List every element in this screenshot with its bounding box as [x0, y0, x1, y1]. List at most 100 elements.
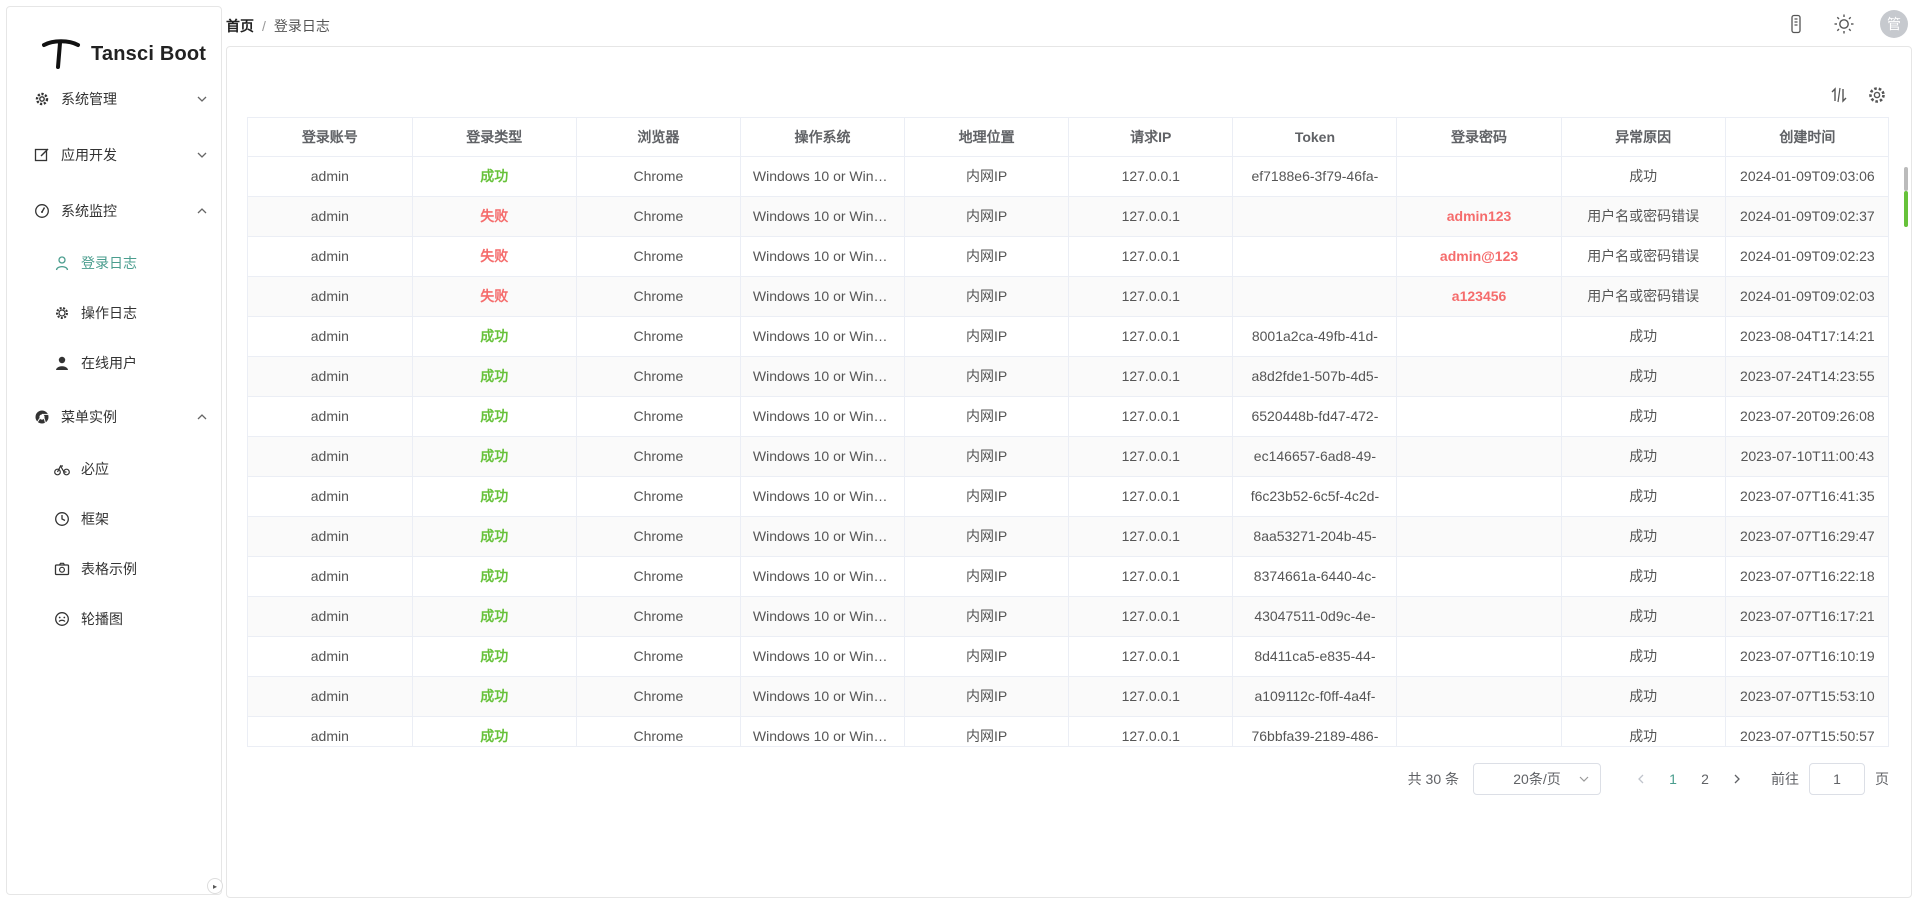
table-row[interactable]: admin成功ChromeWindows 10 or Windows Serve…	[248, 716, 1888, 746]
table-cell: 成功	[412, 476, 577, 517]
scrollbar[interactable]	[1903, 167, 1909, 227]
breadcrumb-home[interactable]: 首页	[226, 16, 254, 36]
table-cell: 127.0.0.1	[1068, 356, 1234, 397]
table-cell: 2023-07-07T16:10:19	[1725, 636, 1888, 677]
logo-icon	[42, 39, 80, 69]
table-cell: Windows 10 or Windows Server 2016	[740, 636, 906, 677]
table-cell: 127.0.0.1	[1068, 716, 1234, 746]
prev-page-button[interactable]	[1625, 763, 1657, 795]
submenu-label: 必应	[81, 461, 109, 477]
table-cell: 127.0.0.1	[1068, 476, 1234, 517]
breadcrumb-separator: /	[262, 18, 266, 34]
sort-button[interactable]	[1829, 85, 1849, 105]
app-logo[interactable]: Tansci Boot	[41, 37, 206, 71]
table-cell: Windows 10 or Windows Server 2016	[740, 596, 906, 637]
menu-app-dev[interactable]: 应用开发	[33, 139, 209, 171]
table-cell: 成功	[412, 556, 577, 597]
menu-label: 应用开发	[61, 147, 117, 163]
table-row[interactable]: admin失败ChromeWindows 10 or Windows Serve…	[248, 196, 1888, 237]
table-cell: admin@123	[1396, 236, 1562, 277]
next-page-button[interactable]	[1721, 763, 1753, 795]
table-row[interactable]: admin成功ChromeWindows 10 or Windows Serve…	[248, 356, 1888, 397]
table-cell: Chrome	[576, 476, 741, 517]
submenu-frame[interactable]: 框架	[53, 503, 209, 535]
theme-toggle-button[interactable]	[1832, 12, 1856, 36]
submenu-online-users[interactable]: 在线用户	[53, 347, 209, 379]
avatar[interactable]: 管	[1880, 10, 1908, 38]
table-row[interactable]: admin成功ChromeWindows 10 or Windows Serve…	[248, 676, 1888, 717]
table-row[interactable]: admin成功ChromeWindows 10 or Windows Serve…	[248, 316, 1888, 357]
menu-examples[interactable]: 菜单实例	[33, 401, 209, 433]
table-cell: 内网IP	[904, 716, 1070, 746]
table-cell: 成功	[412, 596, 577, 637]
settings-button[interactable]	[1867, 85, 1887, 105]
table-toolbar	[1829, 85, 1887, 105]
table-row[interactable]: admin成功ChromeWindows 10 or Windows Serve…	[248, 156, 1888, 197]
column-header: 登录类型	[412, 118, 577, 157]
table-cell	[1396, 596, 1562, 637]
table-row[interactable]: admin失败ChromeWindows 10 or Windows Serve…	[248, 236, 1888, 277]
chevron-up-icon	[197, 208, 207, 214]
table-row[interactable]: admin失败ChromeWindows 10 or Windows Serve…	[248, 276, 1888, 317]
table-cell: 8d411ca5-e835-44-	[1232, 636, 1398, 677]
submenu-carousel[interactable]: 轮播图	[53, 603, 209, 635]
table-cell: Chrome	[576, 196, 741, 237]
submenu-table-example[interactable]: 表格示例	[53, 553, 209, 585]
table-cell: ef7188e6-3f79-46fa-	[1232, 156, 1398, 197]
table-cell: admin	[248, 316, 413, 357]
table-cell: 127.0.0.1	[1068, 556, 1234, 597]
table-cell: 用户名或密码错误	[1561, 276, 1726, 317]
table-row[interactable]: admin成功ChromeWindows 10 or Windows Serve…	[248, 636, 1888, 677]
scrollbar-thumb[interactable]	[1904, 167, 1908, 191]
table-cell: Windows 10 or Windows Server 2016	[740, 356, 906, 397]
submenu-login-log[interactable]: 登录日志	[53, 247, 209, 279]
goto-page-input[interactable]	[1809, 763, 1865, 795]
page-goto: 前往 页	[1771, 763, 1889, 795]
table-cell: 127.0.0.1	[1068, 676, 1234, 717]
table-cell: 内网IP	[904, 636, 1070, 677]
table-cell: 成功	[1561, 436, 1726, 477]
table-cell: 成功	[1561, 556, 1726, 597]
user-icon	[53, 254, 71, 272]
table-cell: 2023-07-07T16:22:18	[1725, 556, 1888, 597]
menu-label: 系统管理	[61, 91, 117, 107]
page-1-button[interactable]: 1	[1657, 763, 1689, 795]
table-cell: Windows 10 or Windows Server 2016	[740, 316, 906, 357]
table-cell: Windows 10 or Windows Server 2016	[740, 236, 906, 277]
menu-system-manage[interactable]: 系统管理	[33, 83, 209, 115]
table-row[interactable]: admin成功ChromeWindows 10 or Windows Serve…	[248, 556, 1888, 597]
page-size-select[interactable]: 20条/页	[1473, 763, 1601, 795]
login-log-table: 登录账号 登录类型 浏览器 操作系统 地理位置 请求IP Token 登录密码 异常原因 创建时间…	[247, 117, 1889, 747]
chrome-icon	[33, 408, 51, 426]
table-row[interactable]: admin成功ChromeWindows 10 or Windows Serve…	[248, 476, 1888, 517]
sidebar-collapse-toggle[interactable]: ▸	[207, 878, 223, 894]
table-cell: Chrome	[576, 716, 741, 746]
table-cell: Windows 10 or Windows Server 2016	[740, 396, 906, 437]
table-cell: 8374661a-6440-4c-	[1232, 556, 1398, 597]
table-cell: 127.0.0.1	[1068, 516, 1234, 557]
column-header: 地理位置	[904, 118, 1070, 157]
table-cell: Chrome	[576, 356, 741, 397]
page-2-button[interactable]: 2	[1689, 763, 1721, 795]
table-cell: Chrome	[576, 676, 741, 717]
table-cell: 8aa53271-204b-45-	[1232, 516, 1398, 557]
table-cell: 成功	[1561, 396, 1726, 437]
fullscreen-button[interactable]	[1784, 12, 1808, 36]
menu-system-monitor[interactable]: 系统监控	[33, 195, 209, 227]
table-cell: admin	[248, 356, 413, 397]
table-cell: a109112c-f0ff-4a4f-	[1232, 676, 1398, 717]
submenu-must-respond[interactable]: 必应	[53, 453, 209, 485]
table-cell: Chrome	[576, 636, 741, 677]
table-row[interactable]: admin成功ChromeWindows 10 or Windows Serve…	[248, 516, 1888, 557]
column-header: 浏览器	[576, 118, 741, 157]
table-cell: Windows 10 or Windows Server 2016	[740, 276, 906, 317]
submenu-op-log[interactable]: 操作日志	[53, 297, 209, 329]
chevron-left-icon	[1638, 774, 1644, 784]
table-row[interactable]: admin成功ChromeWindows 10 or Windows Serve…	[248, 596, 1888, 637]
table-cell: Chrome	[576, 516, 741, 557]
table-row[interactable]: admin成功ChromeWindows 10 or Windows Serve…	[248, 436, 1888, 477]
bicycle-icon	[53, 460, 71, 478]
table-cell: admin123	[1396, 196, 1562, 237]
table-row[interactable]: admin成功ChromeWindows 10 or Windows Serve…	[248, 396, 1888, 437]
chevron-down-icon	[197, 152, 207, 158]
